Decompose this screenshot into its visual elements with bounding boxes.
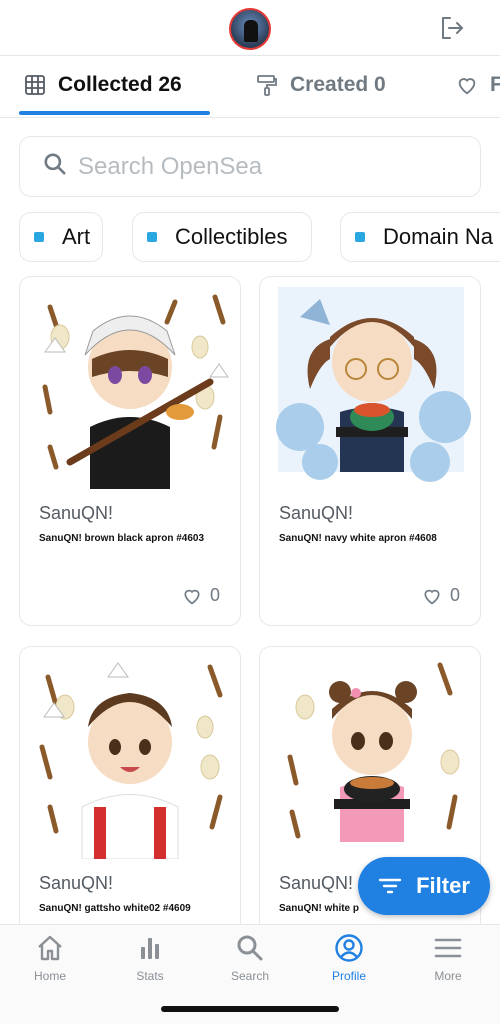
- chip-collectibles[interactable]: Collectibles: [132, 212, 312, 262]
- tab-collected[interactable]: Collected 26: [24, 56, 182, 114]
- stats-icon: [141, 938, 159, 959]
- search-input[interactable]: [78, 152, 448, 181]
- card-title: SanuQN! white p: [279, 903, 359, 914]
- card-collection: SanuQN!: [39, 503, 114, 523]
- card-title: SanuQN! brown black apron #4603: [39, 533, 205, 544]
- card-title: SanuQN! gattsho white02 #4609: [39, 903, 191, 914]
- nav-search[interactable]: Search: [200, 933, 300, 983]
- nav-more[interactable]: More: [398, 933, 498, 983]
- nft-image: [260, 277, 480, 489]
- menu-icon: [434, 938, 462, 958]
- nav-home[interactable]: Home: [0, 933, 100, 983]
- chip-domain-names[interactable]: Domain Na: [340, 212, 500, 262]
- like-count: 0: [209, 585, 220, 605]
- heart-icon: [456, 74, 478, 96]
- chip-art[interactable]: Art: [19, 212, 103, 262]
- nft-image: [20, 647, 240, 860]
- filter-button-label: Filter: [416, 873, 470, 898]
- logout-icon[interactable]: [438, 14, 466, 42]
- nav-search-label: Search: [230, 969, 270, 983]
- profile-icon: [335, 934, 363, 962]
- nav-profile[interactable]: Profile: [299, 933, 399, 983]
- chip-collectibles-label: Collectibles: [175, 224, 288, 249]
- paint-roller-icon: [256, 74, 278, 96]
- tab-collected-label: Collected: [58, 73, 153, 96]
- favorite-button[interactable]: 0: [182, 585, 220, 606]
- nft-image: [260, 647, 480, 859]
- nav-profile-label: Profile: [331, 969, 366, 983]
- favorite-button[interactable]: 0: [422, 585, 460, 606]
- search-bar[interactable]: [19, 136, 481, 197]
- chip-domain-label: Domain Na: [383, 224, 494, 249]
- home-indicator: [161, 1006, 339, 1012]
- avatar[interactable]: [229, 8, 271, 50]
- card-collection: SanuQN!: [279, 873, 354, 893]
- chip-art-label: Art: [62, 224, 91, 249]
- tab-collected-count: 26: [158, 73, 182, 96]
- profile-tabs: Collected 26 Created 0 F: [0, 56, 500, 118]
- nft-image: [20, 277, 240, 489]
- nft-card[interactable]: SanuQN! SanuQN! brown black apron #4603 …: [19, 276, 241, 626]
- filter-icon: [378, 878, 402, 894]
- filter-button[interactable]: Filter: [358, 857, 490, 915]
- active-tab-indicator: [19, 111, 210, 115]
- heart-icon: [424, 589, 440, 605]
- home-icon: [38, 935, 62, 961]
- collectibles-category-icon: [147, 232, 157, 242]
- grid-icon: [24, 74, 46, 96]
- tab-created[interactable]: Created 0: [256, 56, 386, 114]
- nav-more-label: More: [434, 969, 462, 983]
- tab-created-count: 0: [374, 73, 386, 96]
- art-category-icon: [34, 232, 44, 242]
- search-icon: [237, 935, 263, 961]
- tab-favorited-label: F: [490, 73, 500, 97]
- nav-home-label: Home: [33, 969, 66, 983]
- card-title: SanuQN! navy white apron #4608: [279, 533, 437, 544]
- nft-card[interactable]: SanuQN! SanuQN! navy white apron #4608 0: [259, 276, 481, 626]
- domain-category-icon: [355, 232, 365, 242]
- tab-favorited[interactable]: F: [456, 56, 500, 114]
- nav-stats[interactable]: Stats: [100, 933, 200, 983]
- card-collection: SanuQN!: [279, 503, 354, 523]
- top-bar: [0, 0, 500, 56]
- search-icon: [42, 151, 78, 182]
- nav-stats-label: Stats: [136, 969, 164, 983]
- heart-icon: [184, 589, 200, 605]
- category-chips: Art Collectibles Domain Na: [19, 212, 500, 262]
- like-count: 0: [449, 585, 460, 605]
- card-collection: SanuQN!: [39, 873, 114, 893]
- tab-created-label: Created: [290, 73, 369, 96]
